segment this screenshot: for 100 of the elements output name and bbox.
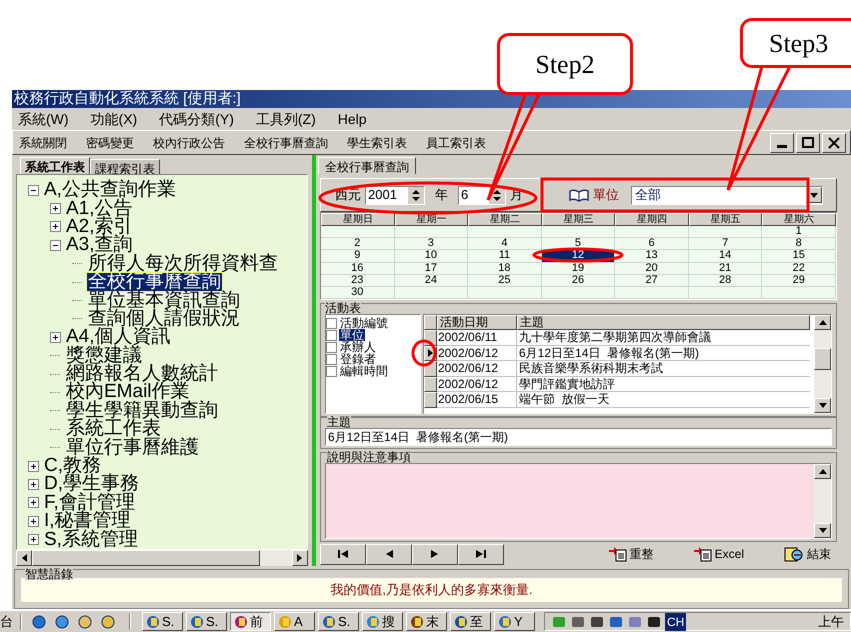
day-cell[interactable]: 24	[394, 274, 468, 287]
day-cell[interactable]: 26	[542, 274, 616, 287]
day-cell[interactable]: 23	[321, 274, 395, 287]
scroll-thumb[interactable]	[814, 348, 831, 370]
first-button[interactable]	[320, 544, 366, 564]
day-cell[interactable]: 20	[615, 262, 689, 275]
tree-item[interactable]: 校內EMail作業	[65, 383, 191, 402]
toolbar-button[interactable]: 校內行政公告	[153, 134, 225, 152]
action-button[interactable]: Excel	[694, 545, 744, 563]
checkbox[interactable]	[326, 342, 337, 353]
day-cell[interactable]: 29	[762, 274, 836, 287]
expand-icon[interactable]	[50, 203, 60, 214]
maximize-button[interactable]	[796, 132, 820, 152]
menu-item[interactable]: Help	[338, 108, 367, 130]
day-cell[interactable]: 30	[321, 286, 395, 300]
checkbox[interactable]	[326, 318, 337, 329]
checkbox[interactable]	[326, 366, 337, 377]
day-cell[interactable]: 28	[688, 274, 762, 287]
taskbar-button[interactable]: Y	[494, 612, 535, 631]
minimize-button[interactable]	[770, 132, 794, 152]
notes-field[interactable]	[325, 463, 832, 539]
expand-icon[interactable]	[28, 497, 38, 508]
day-cell[interactable]: 7	[688, 238, 762, 250]
last-button[interactable]	[458, 544, 504, 564]
day-cell[interactable]: 11	[468, 250, 542, 263]
menu-item[interactable]: 代碼分類(Y)	[159, 108, 234, 130]
checkbox[interactable]	[326, 354, 337, 365]
day-cell[interactable]: 22	[762, 262, 836, 275]
taskbar-button[interactable]: S.	[186, 612, 227, 631]
checkbox[interactable]	[326, 330, 337, 341]
field-option[interactable]: 登錄者	[339, 353, 377, 366]
tree-item[interactable]: 全校行事曆查詢	[87, 273, 222, 292]
menu-item[interactable]: 系統(W)	[18, 108, 69, 130]
tree-item[interactable]: A2,索引	[65, 218, 134, 236]
menu-item[interactable]: 功能(X)	[90, 108, 138, 130]
tree-item[interactable]: A3,查詢	[65, 236, 134, 254]
horizontal-scrollbar[interactable]	[16, 550, 308, 566]
expand-icon[interactable]	[28, 478, 38, 490]
unit-dropdown[interactable]: 全部	[631, 186, 823, 204]
expand-icon[interactable]	[50, 221, 60, 232]
tree-item[interactable]: A,公共查詢作業	[43, 181, 177, 200]
tree-item[interactable]: 所得人每次所得資料查	[87, 254, 279, 273]
field-option[interactable]: 編輯時間	[339, 365, 389, 378]
tree-item[interactable]: 獎懲建議	[65, 346, 143, 365]
row-indicator[interactable]	[424, 392, 437, 408]
day-cell[interactable]: 25	[468, 274, 542, 287]
tree-item[interactable]: I,秘書管理	[43, 512, 132, 530]
taskbar-button[interactable]: A	[274, 612, 315, 631]
day-cell[interactable]: 2	[321, 238, 395, 250]
action-button[interactable]: 結束	[784, 545, 831, 563]
expand-icon[interactable]	[28, 516, 38, 527]
day-cell[interactable]: 8	[762, 238, 836, 250]
day-cell[interactable]: 18	[468, 262, 542, 275]
taskbar-button[interactable]: S.	[142, 612, 183, 631]
expand-icon[interactable]	[28, 460, 38, 472]
tab[interactable]: 課程索引表	[90, 159, 160, 174]
day-cell[interactable]: 1	[762, 226, 836, 238]
taskbar-button[interactable]: 搜	[362, 612, 403, 631]
day-cell[interactable]: 21	[688, 262, 762, 275]
language-indicator[interactable]: CH	[665, 612, 686, 630]
subject-field[interactable]: 6月12日至14日 暑修報名(第一期)	[325, 428, 832, 446]
previous-button[interactable]	[366, 544, 412, 564]
day-cell[interactable]: 3	[394, 238, 468, 250]
day-cell[interactable]: 6	[615, 238, 689, 250]
tree-item[interactable]: D,學生事務	[43, 475, 140, 494]
tab[interactable]: 全校行事曆查詢	[318, 157, 416, 174]
taskbar-button[interactable]: 末	[406, 612, 447, 631]
field-option[interactable]: 活動編號	[339, 317, 389, 330]
spinner-icon[interactable]	[408, 186, 424, 204]
tree-item[interactable]: 查詢個人請假狀況	[87, 310, 241, 328]
day-cell[interactable]: 27	[615, 274, 689, 287]
toolbar-button[interactable]: 全校行事曆查詢	[244, 134, 328, 152]
next-button[interactable]	[412, 544, 458, 564]
menu-item[interactable]: 工具列(Z)	[256, 108, 316, 130]
row-indicator[interactable]	[424, 376, 437, 392]
tab[interactable]: 系統工作表	[20, 157, 90, 174]
day-cell[interactable]: 17	[394, 262, 468, 275]
collapse-icon[interactable]	[28, 184, 38, 196]
tree-item[interactable]: 系統工作表	[65, 420, 162, 438]
expand-icon[interactable]	[28, 534, 38, 546]
collapse-icon[interactable]	[50, 240, 60, 251]
close-button[interactable]	[822, 132, 846, 152]
day-cell[interactable]: 16	[321, 262, 395, 275]
toolbar-button[interactable]: 系統關閉	[19, 134, 67, 152]
day-cell[interactable]: 15	[762, 250, 836, 263]
column-header[interactable]: 主題	[517, 315, 810, 330]
day-cell[interactable]: 19	[542, 262, 616, 275]
vertical-scrollbar[interactable]	[814, 315, 831, 414]
day-cell[interactable]: 9	[321, 250, 395, 263]
toolbar-button[interactable]: 員工索引表	[426, 134, 486, 152]
tree-item[interactable]: S,系統管理	[43, 530, 139, 549]
field-option[interactable]: 承辦人	[339, 341, 377, 354]
toolbar-button[interactable]: 密碼變更	[86, 134, 134, 152]
tree-item[interactable]: 學生學籍異動查詢	[65, 402, 219, 420]
taskbar-button[interactable]: 至	[450, 612, 491, 631]
taskbar-button[interactable]: S.	[318, 612, 359, 631]
day-cell[interactable]: 10	[394, 250, 468, 263]
tree-item[interactable]: 單位行事曆維護	[65, 438, 200, 457]
expand-icon[interactable]	[50, 332, 60, 343]
spin-field[interactable]: 2001	[365, 186, 425, 204]
